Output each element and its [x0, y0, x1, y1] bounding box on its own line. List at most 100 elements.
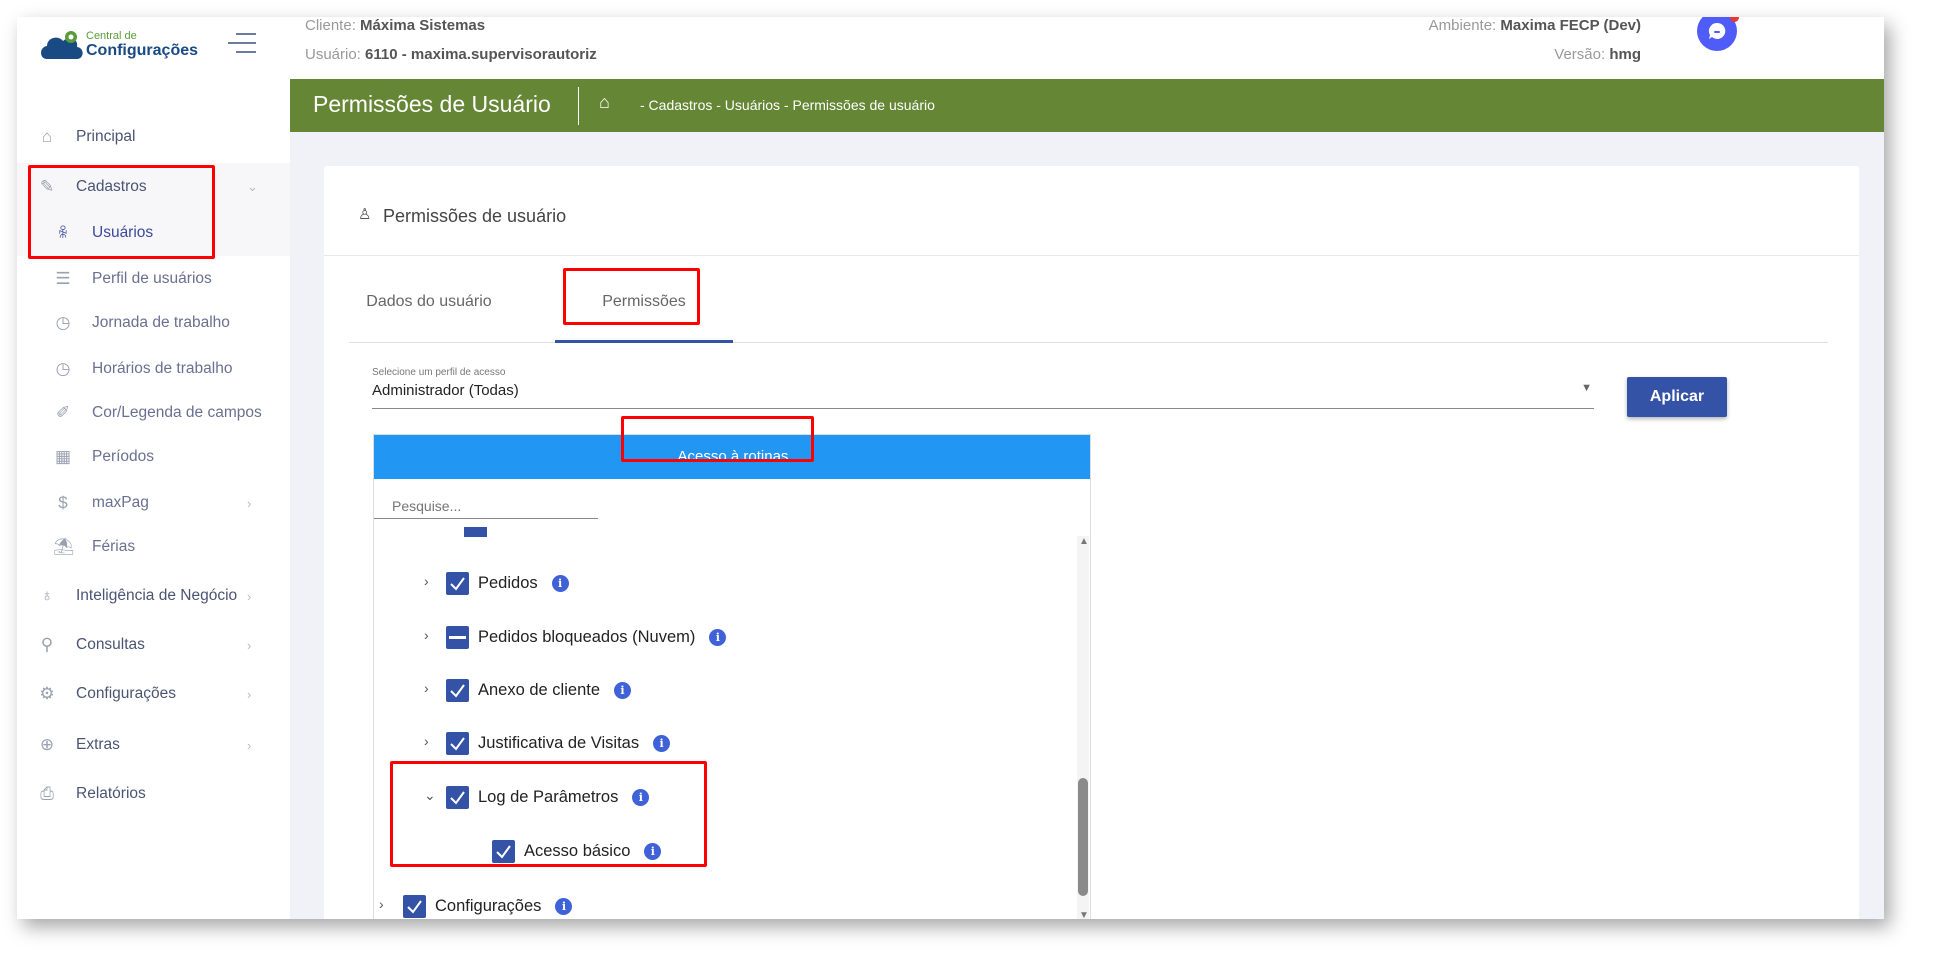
- notification-dot: [1730, 17, 1739, 22]
- tree-item-label: Acesso básico: [524, 841, 631, 860]
- money-icon: $: [58, 493, 68, 512]
- sidebar-item-relatorios[interactable]: ⎙ Relatórios: [17, 774, 290, 814]
- sidebar-item-periodos[interactable]: ▦ Períodos: [17, 437, 290, 477]
- info-icon[interactable]: i: [551, 574, 569, 592]
- checkbox[interactable]: [446, 571, 469, 595]
- top-bar: Central de Configurações Cliente: Máxima…: [17, 17, 1884, 79]
- home-icon: ⌂: [41, 127, 53, 146]
- sidebar-item-consultas[interactable]: ⚲ Consultas ›: [17, 625, 290, 665]
- active-tab-indicator: [555, 340, 733, 343]
- sidebar-item-perfil-de-usuarios[interactable]: ☰ Perfil de usuários: [17, 259, 290, 299]
- pencil-icon: ✐: [55, 403, 71, 422]
- sidebar-item-maxpag[interactable]: $ maxPag ›: [17, 483, 290, 523]
- partial-checkbox[interactable]: [446, 625, 469, 649]
- tab-dados-do-usuario[interactable]: Dados do usuário: [349, 293, 509, 311]
- info-icon[interactable]: i: [644, 842, 662, 860]
- tree-item-label: Pedidos: [478, 573, 538, 592]
- profile-select[interactable]: Administrador (Todas) ▼: [372, 382, 1594, 409]
- logo-small-text: Central de: [86, 30, 137, 42]
- tree-item: Acesso básico i: [492, 838, 662, 864]
- chevron-right-icon[interactable]: ›: [424, 573, 429, 589]
- user-info: Usuário: 6110 - maxima.supervisorautoriz: [305, 46, 597, 63]
- clipped-checkbox: [464, 527, 487, 537]
- sidebar-item-horarios-de-trabalho[interactable]: ◷ Horários de trabalho: [17, 349, 290, 389]
- user-icon: ♙: [358, 206, 372, 223]
- chevron-right-icon: ›: [247, 637, 252, 653]
- tree-item: Anexo de cliente i: [446, 677, 632, 703]
- printer-icon: ⎙: [40, 784, 54, 803]
- sidebar-item-principal[interactable]: ⌂ Principal: [17, 117, 290, 157]
- gear-icon: ⚙: [39, 684, 55, 703]
- panel-header: Acesso à rotinas: [374, 435, 1090, 479]
- logo[interactable]: Central de Configurações: [39, 25, 199, 65]
- sidebar-item-usuarios[interactable]: ꆜ Usuários: [17, 213, 290, 253]
- clock-icon: ◷: [55, 313, 71, 332]
- sidebar-item-ferias[interactable]: ⛱ Férias: [17, 527, 290, 567]
- chat-icon: [1708, 22, 1726, 39]
- chat-button[interactable]: [1697, 17, 1739, 51]
- breadcrumb: - Cadastros - Usuários - Permissões de u…: [640, 97, 935, 113]
- users-icon: ꆜ: [57, 225, 69, 241]
- info-icon[interactable]: i: [653, 734, 671, 752]
- scroll-down-icon[interactable]: ▼: [1079, 910, 1089, 919]
- sidebar-item-cadastros[interactable]: ✎ Cadastros ⌄: [17, 167, 290, 207]
- sidebar-item-inteligencia-de-negocio[interactable]: ♁ Inteligência de Negócio ›: [17, 576, 290, 616]
- home-icon[interactable]: ⌂: [599, 92, 610, 113]
- tab-permissoes[interactable]: Permissões: [555, 293, 733, 311]
- checkbox[interactable]: [446, 678, 469, 702]
- cloud-gear-icon: [41, 31, 83, 59]
- info-icon[interactable]: i: [632, 788, 650, 806]
- tree-item-label: Justificativa de Visitas: [478, 733, 640, 752]
- sidebar-item-jornada-de-trabalho[interactable]: ◷ Jornada de trabalho: [17, 303, 290, 343]
- checklist-icon: ☰: [55, 269, 71, 288]
- divider: [324, 255, 1859, 256]
- sidebar: ⌂ Principal ✎ Cadastros ⌄ ꆜ Usuários ☰ Perfil…: [17, 79, 290, 919]
- sidebar-item-cor-legenda[interactable]: ✐ Cor/Legenda de campos: [17, 393, 290, 433]
- routine-search-input[interactable]: [374, 493, 598, 519]
- client-info: Cliente: Máxima Sistemas: [305, 17, 486, 34]
- checkbox[interactable]: [492, 839, 515, 863]
- chevron-right-icon[interactable]: ›: [379, 896, 384, 912]
- tree-item: Justificativa de Visitas i: [446, 730, 671, 756]
- dropdown-arrow-icon: ▼: [1581, 382, 1592, 394]
- info-icon[interactable]: i: [614, 681, 632, 699]
- scrollbar[interactable]: ▲ ▼: [1077, 536, 1089, 919]
- apply-button[interactable]: Aplicar: [1627, 377, 1727, 417]
- tree-item: Pedidos bloqueados (Nuvem) i: [446, 624, 727, 650]
- page-title: Permissões de Usuário: [313, 91, 551, 117]
- chevron-right-icon: ›: [247, 737, 252, 753]
- tree-item: Configurações i: [403, 893, 573, 919]
- chevron-right-icon: ›: [247, 686, 252, 702]
- checkbox[interactable]: [446, 731, 469, 755]
- sidebar-item-configuracoes[interactable]: ⚙ Configurações ›: [17, 674, 290, 714]
- environment-info: Ambiente: Maxima FECP (Dev): [1428, 17, 1641, 34]
- chevron-right-icon: ›: [247, 588, 252, 604]
- tree-item-label: Log de Parâmetros: [478, 787, 619, 806]
- info-icon[interactable]: i: [709, 628, 727, 646]
- card-title: Permissões de usuário: [383, 206, 567, 226]
- sidebar-item-extras[interactable]: ⊕ Extras ›: [17, 725, 290, 765]
- chevron-down-icon: ⌄: [247, 179, 258, 194]
- tree-item-label: Configurações: [435, 896, 542, 915]
- chevron-down-icon[interactable]: ⌄: [424, 787, 436, 804]
- profile-select-label: Selecione um perfil de acesso: [372, 367, 506, 378]
- chevron-right-icon[interactable]: ›: [424, 627, 429, 643]
- search-icon: ⚲: [40, 635, 54, 654]
- tree-item: Log de Parâmetros i: [446, 784, 650, 810]
- checkbox[interactable]: [403, 894, 426, 918]
- chevron-right-icon[interactable]: ›: [424, 733, 429, 749]
- divider: [578, 87, 579, 125]
- logo-text: Configurações: [86, 42, 199, 59]
- clock-icon: ◷: [55, 359, 71, 378]
- lightbulb-icon: ♁: [40, 586, 54, 605]
- plus-circle-icon: ⊕: [39, 735, 55, 754]
- beach-umbrella-icon: ⛱: [53, 537, 75, 556]
- page-header: Permissões de Usuário ⌂ - Cadastros - Us…: [290, 79, 1884, 132]
- scrollbar-thumb[interactable]: [1078, 778, 1088, 896]
- menu-toggle-icon[interactable]: [228, 33, 256, 53]
- info-icon[interactable]: i: [555, 897, 573, 915]
- scroll-up-icon[interactable]: ▲: [1079, 536, 1089, 547]
- tree-item-label: Pedidos bloqueados (Nuvem): [478, 627, 696, 646]
- checkbox[interactable]: [446, 785, 469, 809]
- chevron-right-icon[interactable]: ›: [424, 680, 429, 696]
